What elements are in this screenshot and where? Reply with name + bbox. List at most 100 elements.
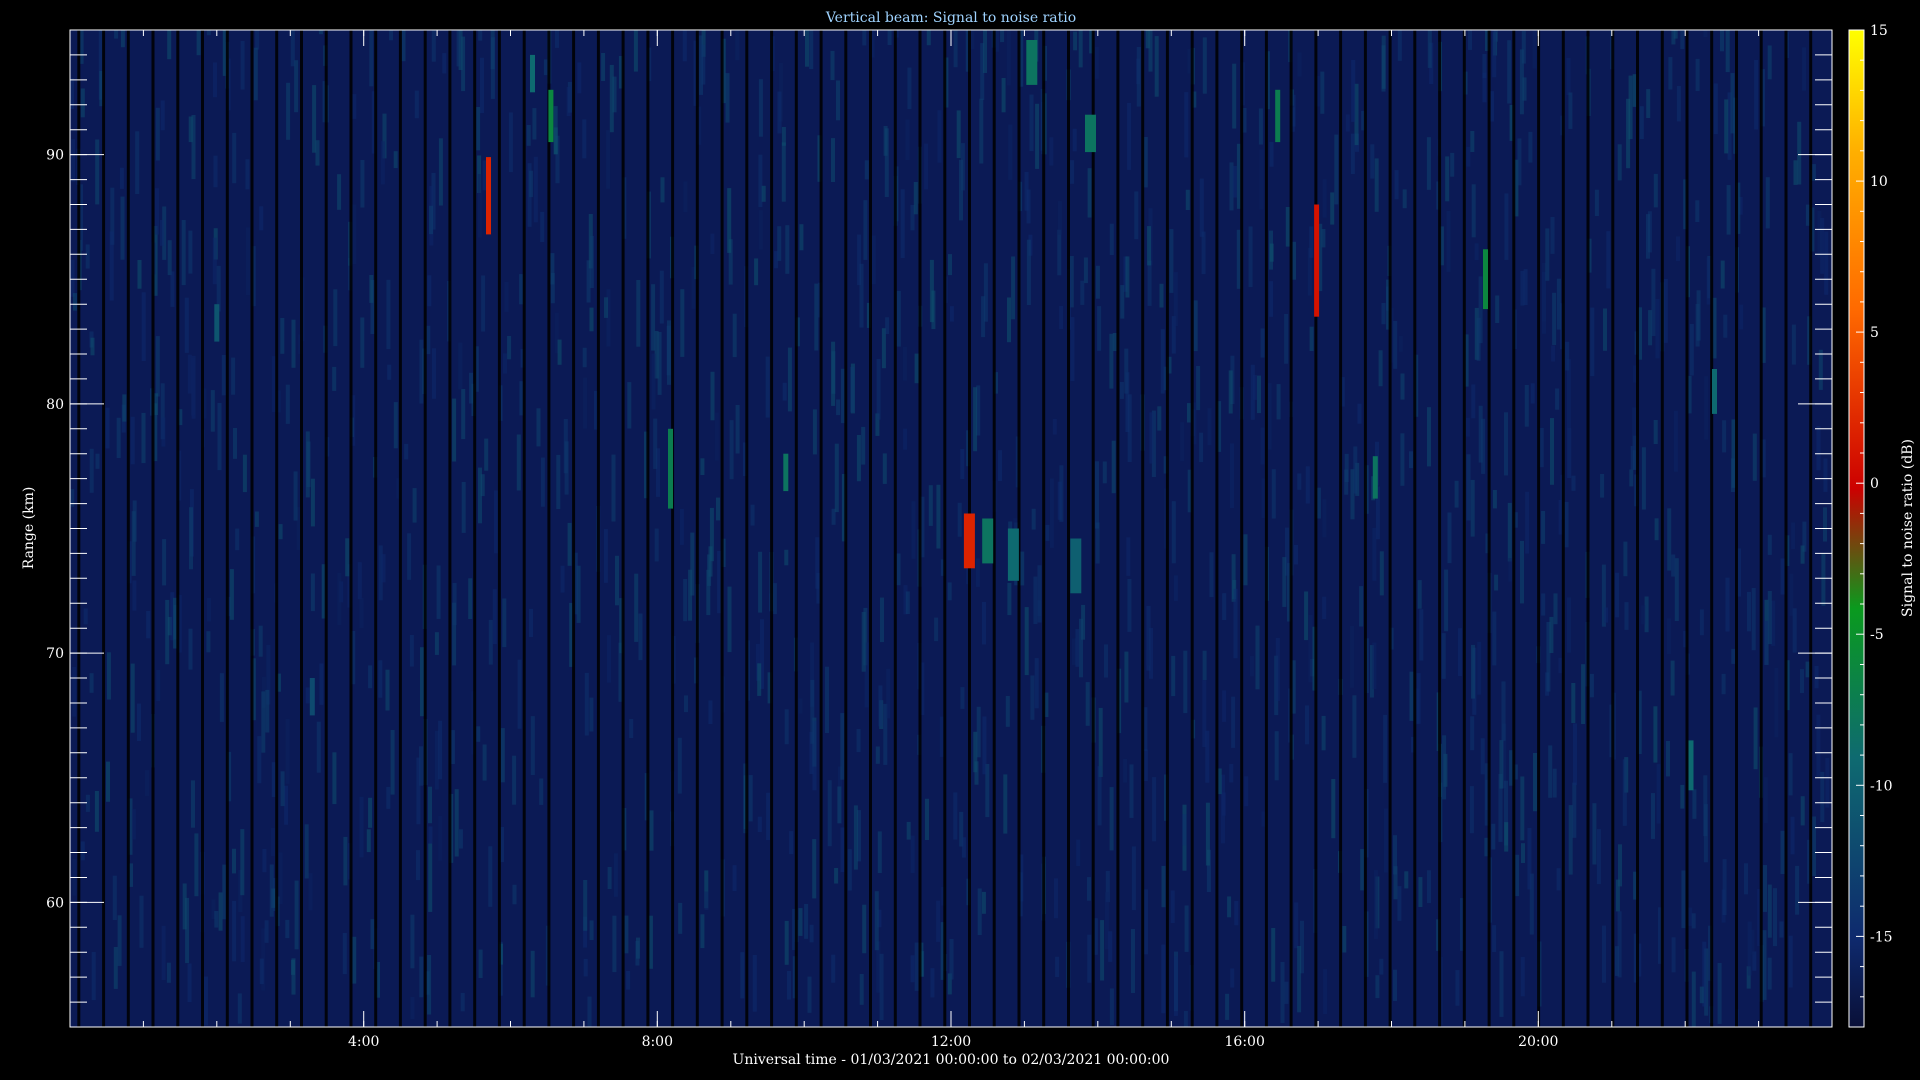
noise-cell <box>166 962 171 983</box>
noise-cell <box>1222 593 1227 620</box>
noise-cell <box>1233 588 1238 659</box>
gap-stripe <box>572 30 576 1027</box>
noise-cell <box>1351 59 1356 122</box>
noise-cell <box>1109 787 1114 851</box>
noise-cell <box>557 339 562 365</box>
noise-cell <box>1494 574 1499 591</box>
noise-cell <box>154 393 159 415</box>
snr-feature <box>1372 456 1378 499</box>
noise-cell <box>1504 193 1509 260</box>
chart-title: Vertical beam: Signal to noise ratio <box>825 10 1076 26</box>
noise-cell <box>1800 669 1804 693</box>
noise-cell <box>710 371 715 421</box>
noise-cell <box>809 30 814 70</box>
noise-cell <box>1482 72 1487 103</box>
noise-cell <box>761 185 766 202</box>
noise-cell <box>1522 77 1527 101</box>
noise-cell <box>1618 844 1622 887</box>
noise-cell <box>308 873 313 911</box>
noise-cell <box>264 920 269 943</box>
noise-cell <box>583 880 588 931</box>
noise-cell <box>1184 905 1189 952</box>
noise-cell <box>1083 257 1088 284</box>
noise-cell <box>543 59 548 76</box>
noise-cell <box>1491 823 1496 850</box>
noise-cell <box>1553 593 1558 625</box>
noise-cell <box>285 718 290 784</box>
noise-cell <box>194 833 199 897</box>
snr-feature <box>1712 369 1717 414</box>
noise-cell <box>1667 508 1672 571</box>
noise-cell <box>519 274 524 305</box>
noise-cell <box>458 342 463 390</box>
noise-cell <box>1196 366 1201 411</box>
noise-cell <box>1073 31 1078 51</box>
noise-cell <box>1076 839 1081 866</box>
noise-cell <box>132 580 137 611</box>
noise-cell <box>416 850 420 881</box>
noise-cell <box>875 746 880 764</box>
noise-cell <box>1087 934 1092 983</box>
noise-cell <box>1556 868 1561 891</box>
noise-cell <box>784 709 789 745</box>
noise-cell <box>1426 137 1431 190</box>
noise-cell <box>342 933 347 975</box>
noise-cell <box>896 290 901 347</box>
noise-cell <box>982 716 987 775</box>
noise-cell <box>766 792 771 841</box>
noise-cell <box>1639 106 1644 139</box>
noise-cell <box>960 687 965 709</box>
noise-cell <box>725 73 730 123</box>
noise-cell <box>1199 178 1204 237</box>
noise-cell <box>880 597 884 643</box>
noise-cell <box>1590 307 1595 377</box>
noise-cell <box>352 204 357 265</box>
noise-cell <box>1374 158 1379 212</box>
noise-cell <box>85 244 90 269</box>
noise-cell <box>454 789 459 857</box>
noise-cell <box>874 891 879 951</box>
noise-cell <box>1676 86 1681 122</box>
noise-cell <box>1427 407 1431 467</box>
noise-cell <box>269 864 274 917</box>
x-tick-label: 20:00 <box>1518 1034 1558 1050</box>
noise-cell <box>716 497 720 521</box>
noise-cell <box>1626 98 1631 169</box>
noise-cell <box>73 293 77 311</box>
snr-feature <box>309 678 315 716</box>
noise-cell <box>956 110 961 159</box>
colorbar-label: Signal to noise ratio (dB) <box>1900 439 1916 617</box>
noise-cell <box>1169 229 1174 293</box>
noise-cell <box>1730 458 1735 492</box>
noise-cell <box>1471 644 1475 699</box>
noise-cell <box>165 599 170 665</box>
noise-cell <box>189 507 193 570</box>
noise-cell <box>116 417 121 458</box>
noise-cell <box>1651 793 1655 839</box>
noise-cell <box>1450 152 1455 177</box>
noise-cell <box>1539 427 1544 468</box>
noise-cell <box>651 353 656 410</box>
noise-cell <box>732 313 737 358</box>
noise-cell <box>1087 168 1092 218</box>
noise-cell <box>910 835 915 873</box>
noise-cell <box>1617 911 1622 978</box>
noise-cell <box>1320 71 1325 114</box>
noise-cell <box>1147 260 1152 306</box>
noise-cell <box>1521 31 1526 64</box>
noise-cell <box>1400 373 1405 400</box>
noise-cell <box>1492 490 1497 509</box>
noise-cell <box>911 501 916 559</box>
noise-cell <box>1800 545 1805 564</box>
noise-cell <box>1123 758 1128 783</box>
noise-cell <box>982 602 986 645</box>
noise-cell <box>831 954 836 983</box>
noise-cell <box>1797 121 1802 185</box>
gap-stripe <box>225 30 229 1027</box>
noise-cell <box>109 231 114 301</box>
noise-cell <box>1342 926 1347 953</box>
noise-cell <box>1523 269 1528 305</box>
noise-cell <box>529 608 533 637</box>
noise-cell <box>478 30 483 41</box>
noise-cell <box>480 474 485 497</box>
